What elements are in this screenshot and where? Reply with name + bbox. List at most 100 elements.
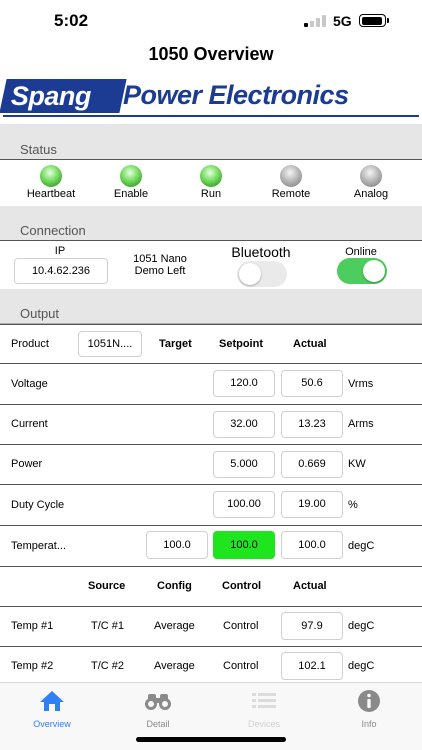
indicator-label: Run: [200, 188, 222, 200]
section-title: Status: [20, 142, 57, 157]
tab-label: Detail: [146, 719, 170, 729]
control-header: Control: [222, 580, 262, 592]
row-label: Voltage: [11, 378, 48, 390]
control-value: Control: [223, 620, 259, 632]
unit-label: %: [348, 499, 358, 511]
table-row: Duty Cycle 100.00 19.00 %: [0, 485, 422, 526]
network-type: 5G: [333, 13, 352, 29]
config-value: Average: [154, 620, 195, 632]
product-value: 1051N....: [87, 338, 133, 350]
status-section-header: Status: [0, 124, 422, 160]
company-logo: Spang Power Electronics: [0, 77, 419, 117]
setpoint-value: 5.000: [230, 458, 258, 470]
duty-cycle-setpoint-input[interactable]: 100.00: [213, 491, 275, 518]
device-name: 1051 Nano Demo Left: [120, 253, 200, 277]
power-setpoint-input[interactable]: 5.000: [213, 451, 275, 478]
actual-value: 102.1: [298, 660, 326, 672]
connection-section-header: Connection: [0, 206, 422, 241]
table-row: Power 5.000 0.669 KW: [0, 445, 422, 485]
target-value: 100.0: [163, 539, 191, 551]
device-name-line1: 1051 Nano: [133, 253, 187, 265]
voltage-actual-field: 50.6: [281, 370, 343, 397]
row-label: Power: [11, 458, 43, 470]
status-bar: 5:02 5G: [0, 0, 422, 40]
source-header: Source: [88, 580, 126, 592]
table-row: Temp #1 T/C #1 Average Control 97.9 degC: [0, 607, 422, 647]
tab-label: Devices: [247, 719, 280, 729]
actual-value: 50.6: [301, 377, 323, 389]
unit-label: degC: [348, 660, 375, 672]
indicator-label: Analog: [353, 188, 389, 200]
actual-header: Actual: [293, 580, 327, 592]
table-row: Temperat... 100.0 100.0 100.0 degC: [0, 526, 422, 567]
product-row: Product 1051N.... Target Setpoint Actual: [0, 324, 422, 364]
unit-label: KW: [348, 458, 366, 470]
control-value: Control: [223, 660, 259, 672]
table-row: Current 32.00 13.23 Arms: [0, 405, 422, 445]
indicator-label: Remote: [271, 188, 311, 200]
unit-label: Vrms: [348, 378, 374, 390]
row-label: Temperat...: [11, 540, 67, 552]
logo-brand: Spang: [10, 81, 91, 111]
tab-label: Info: [361, 719, 377, 729]
binoculars-icon: [145, 694, 171, 710]
bluetooth-toggle[interactable]: [237, 261, 287, 287]
setpoint-value: 100.0: [230, 539, 258, 551]
row-label: Temp #2: [11, 660, 54, 672]
ip-label: IP: [54, 245, 66, 257]
page-title: 1050 Overview: [148, 44, 274, 64]
online-toggle[interactable]: [337, 258, 387, 284]
logo-text: Power Electronics: [123, 80, 349, 110]
temp1-actual-field: 97.9: [281, 612, 343, 640]
section-title: Output: [20, 306, 60, 321]
ip-value: 10.4.62.236: [31, 265, 91, 277]
online-label: Online: [345, 246, 377, 258]
temperature-setpoint-input[interactable]: 100.0: [213, 531, 275, 559]
power-actual-field: 0.669: [281, 451, 343, 478]
table-row: Voltage 120.0 50.6 Vrms: [0, 364, 422, 405]
row-label: Current: [11, 418, 48, 430]
table-row: Temp #2 T/C #2 Average Control 102.1 deg…: [0, 647, 422, 687]
actual-value: 100.0: [298, 539, 326, 551]
current-setpoint-input[interactable]: 32.00: [213, 411, 275, 438]
actual-value: 0.669: [298, 458, 326, 470]
setpoint-header: Setpoint: [219, 338, 263, 350]
actual-value: 13.23: [298, 418, 326, 430]
list-icon: [252, 693, 276, 708]
remote-led-icon: [280, 165, 302, 187]
actual-value: 97.9: [301, 620, 323, 632]
source-value: T/C #1: [91, 620, 125, 632]
product-select[interactable]: 1051N....: [78, 331, 142, 357]
analog-led-icon: [360, 165, 382, 187]
tab-detail[interactable]: Detail: [118, 689, 198, 733]
indicator-label: Enable: [113, 188, 149, 200]
home-indicator: [136, 737, 286, 742]
ip-input[interactable]: 10.4.62.236: [14, 258, 108, 284]
config-header: Config: [157, 580, 192, 592]
row-label: Temp #1: [11, 620, 54, 632]
temperature-target-input[interactable]: 100.0: [146, 531, 208, 559]
tab-devices: Devices: [224, 689, 304, 733]
unit-label: degC: [348, 620, 375, 632]
enable-led-icon: [120, 165, 142, 187]
info-icon: [358, 690, 380, 712]
home-icon: [40, 691, 64, 711]
setpoint-value: 120.0: [230, 377, 258, 389]
voltage-setpoint-input[interactable]: 120.0: [213, 370, 275, 397]
section-title: Connection: [20, 223, 86, 238]
actual-header: Actual: [293, 338, 327, 350]
config-value: Average: [154, 660, 195, 672]
battery-icon: [359, 14, 389, 27]
heartbeat-led-icon: [40, 165, 62, 187]
device-name-line2: Demo Left: [134, 265, 186, 277]
tab-label: Overview: [33, 719, 71, 729]
source-value: T/C #2: [91, 660, 125, 672]
clock: 5:02: [54, 11, 89, 30]
unit-label: degC: [348, 540, 375, 552]
tab-overview[interactable]: Overview: [12, 689, 92, 733]
tab-info[interactable]: Info: [329, 689, 409, 733]
product-label: Product: [11, 338, 49, 350]
current-actual-field: 13.23: [281, 411, 343, 438]
actual-value: 19.00: [298, 498, 326, 510]
signal-strength-icon: [304, 15, 326, 27]
